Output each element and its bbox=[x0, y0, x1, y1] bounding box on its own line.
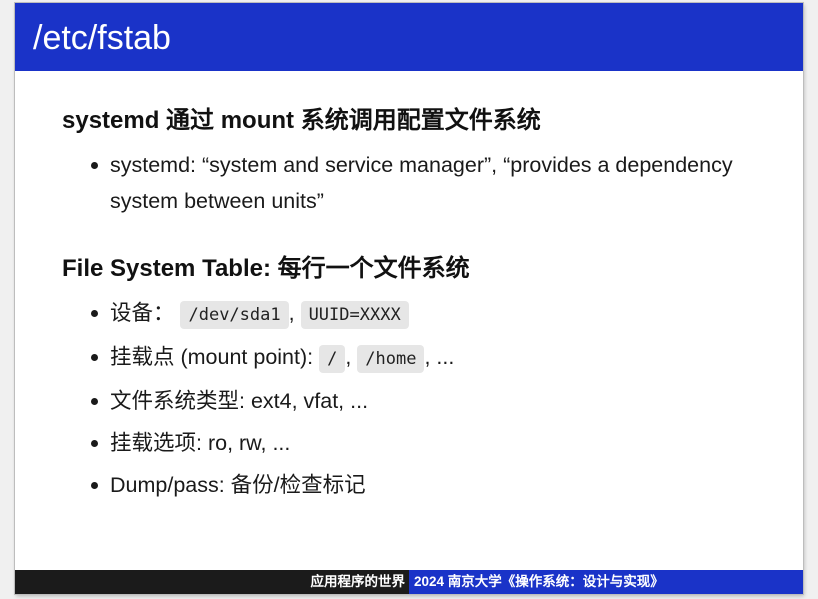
slide-footer: 应用程序的世界 2024 南京大学《操作系统：设计与实现》 bbox=[15, 570, 803, 594]
slide: /etc/fstab systemd 通过 mount 系统调用配置文件系统 s… bbox=[15, 3, 803, 594]
bullet-icon bbox=[91, 310, 98, 317]
list-item-suffix: , ... bbox=[424, 345, 455, 369]
list-item-text: 挂载点 (mount point): bbox=[110, 345, 320, 369]
bullet-icon bbox=[91, 354, 98, 361]
slide-content: systemd 通过 mount 系统调用配置文件系统 systemd: “sy… bbox=[62, 103, 782, 509]
bullet-icon bbox=[91, 482, 98, 489]
slide-title: /etc/fstab bbox=[33, 19, 171, 57]
bullet-list-fstab: 设备： /dev/sda1, UUID=XXXX 挂载点 (mount poin… bbox=[62, 295, 782, 503]
title-bar: /etc/fstab bbox=[15, 3, 803, 71]
list-item: Dump/pass: 备份/检查标记 bbox=[91, 467, 782, 503]
bullet-icon bbox=[91, 162, 98, 169]
bullet-icon bbox=[91, 440, 98, 447]
bullet-icon bbox=[91, 398, 98, 405]
list-item: systemd: “system and service manager”, “… bbox=[91, 147, 782, 219]
bullet-list-systemd: systemd: “system and service manager”, “… bbox=[62, 147, 782, 219]
code-device: /dev/sda1 bbox=[180, 301, 289, 329]
section-heading-fstab: File System Table: 每行一个文件系统 bbox=[62, 255, 470, 282]
footer-course: 2024 南京大学《操作系统：设计与实现》 bbox=[409, 570, 803, 594]
code-root: / bbox=[319, 345, 346, 373]
list-item: 文件系统类型: ext4, vfat, ... bbox=[91, 383, 782, 419]
list-item: 挂载点 (mount point): /, /home, ... bbox=[91, 339, 782, 377]
list-item-separator: , bbox=[288, 301, 301, 325]
code-uuid: UUID=XXXX bbox=[300, 301, 409, 329]
list-item: 设备： /dev/sda1, UUID=XXXX bbox=[91, 295, 782, 333]
footer-chapter: 应用程序的世界 bbox=[15, 570, 409, 594]
list-item-text: 挂载选项: ro, rw, ... bbox=[110, 431, 291, 455]
list-item-separator: , bbox=[345, 345, 358, 369]
list-item-text: systemd: “system and service manager”, “… bbox=[110, 153, 733, 213]
section-heading-systemd: systemd 通过 mount 系统调用配置文件系统 bbox=[62, 107, 541, 134]
code-home: /home bbox=[357, 345, 425, 373]
list-item-text: Dump/pass: 备份/检查标记 bbox=[110, 473, 366, 497]
list-item-text: 文件系统类型: ext4, vfat, ... bbox=[110, 389, 369, 413]
list-item: 挂载选项: ro, rw, ... bbox=[91, 425, 782, 461]
list-item-text: 设备： bbox=[110, 301, 181, 325]
